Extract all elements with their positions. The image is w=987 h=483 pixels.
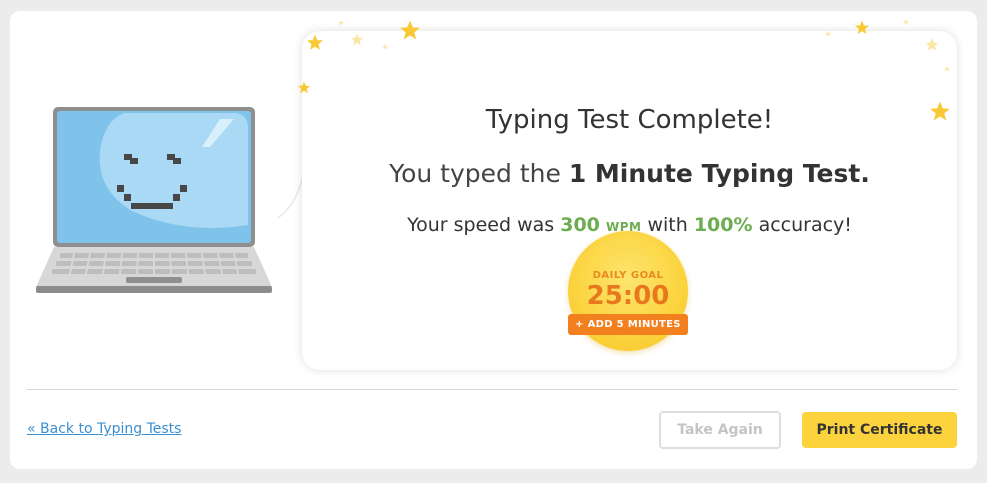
daily-goal-label: DAILY GOAL [592, 270, 664, 281]
stats-suffix: accuracy! [752, 214, 852, 236]
print-certificate-button[interactable]: Print Certificate [802, 412, 957, 448]
back-to-typing-tests-link[interactable]: « Back to Typing Tests [27, 421, 181, 437]
take-again-button[interactable]: Take Again [659, 411, 781, 449]
add-5-minutes-button[interactable]: + ADD 5 MINUTES [568, 314, 688, 335]
daily-goal-badge: DAILY GOAL 25:00 + ADD 5 MINUTES [568, 231, 688, 351]
accuracy-value: 100% [693, 214, 753, 236]
result-title: Typing Test Complete! [485, 105, 774, 135]
footer-divider [27, 389, 957, 390]
test-name: 1 Minute Typing Test. [568, 159, 870, 188]
subtitle-prefix: You typed the [389, 159, 569, 188]
smiling-laptop-icon [36, 107, 272, 293]
stats-prefix: Your speed was [407, 214, 561, 236]
daily-goal-time: 25:00 [586, 281, 670, 311]
result-subtitle: You typed the 1 Minute Typing Test. [302, 159, 957, 188]
